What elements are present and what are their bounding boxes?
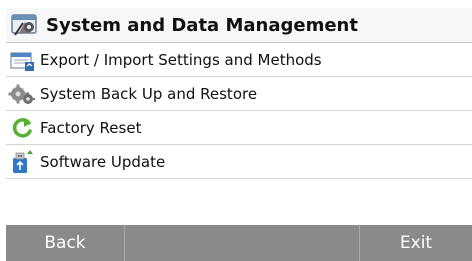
menu-item-backup-restore[interactable]: System Back Up and Restore (6, 77, 472, 111)
system-data-management-screen: System and Data Management Export / Impo… (0, 0, 472, 261)
page-title: System and Data Management (46, 14, 358, 36)
menu-item-factory-reset[interactable]: Factory Reset (6, 111, 472, 145)
exit-button[interactable]: Exit (360, 225, 472, 261)
menu-item-label: Software Update (40, 152, 166, 171)
title-bar: System and Data Management (6, 8, 472, 43)
bottom-action-bar: Back Exit (6, 225, 472, 261)
reset-arrow-icon (6, 114, 38, 142)
tools-window-icon (10, 12, 40, 38)
menu-list: Export / Import Settings and Methods Sys… (6, 43, 472, 179)
gears-icon (6, 80, 38, 108)
empty-softkey (125, 225, 360, 261)
export-import-icon (6, 46, 38, 74)
menu-item-software-update[interactable]: Software Update (6, 145, 472, 179)
back-button[interactable]: Back (6, 225, 125, 261)
menu-item-label: Export / Import Settings and Methods (40, 50, 322, 69)
menu-item-label: System Back Up and Restore (40, 84, 258, 103)
menu-item-label: Factory Reset (40, 118, 142, 137)
menu-item-export-import[interactable]: Export / Import Settings and Methods (6, 43, 472, 77)
usb-update-icon (6, 148, 38, 176)
